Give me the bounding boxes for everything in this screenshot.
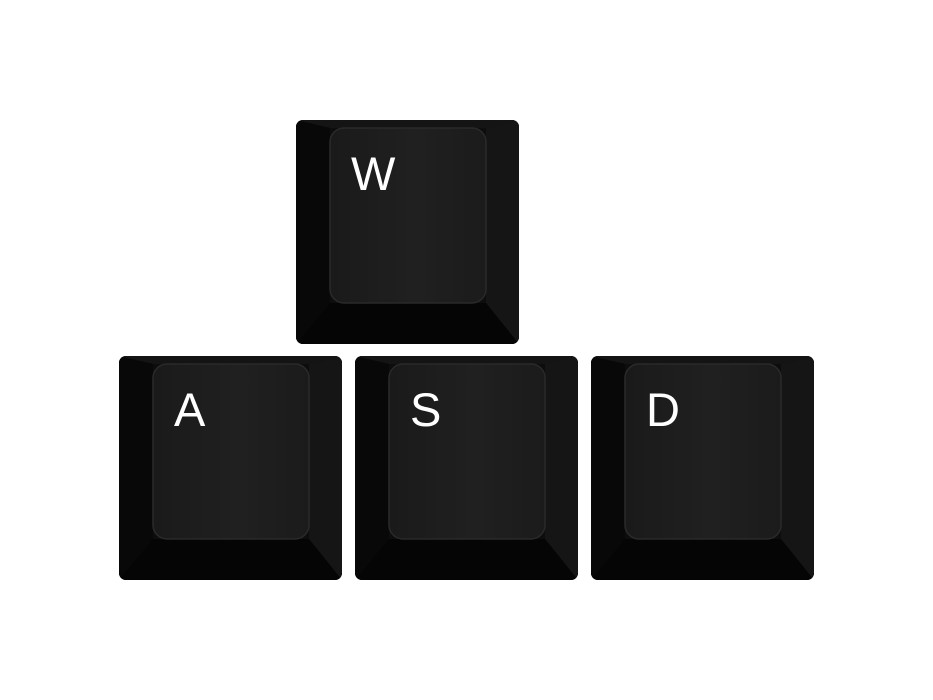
key-d[interactable]: D xyxy=(591,356,814,580)
key-w[interactable]: W xyxy=(296,120,519,344)
keycap-s-shape xyxy=(355,356,578,580)
key-w-label: W xyxy=(351,147,396,200)
keycap-w-shape xyxy=(296,120,519,344)
key-d-label: D xyxy=(646,383,680,436)
keycap-a-shape xyxy=(119,356,342,580)
keycap-d-shape xyxy=(591,356,814,580)
key-s-label: S xyxy=(410,383,442,436)
key-s[interactable]: S xyxy=(355,356,578,580)
key-a[interactable]: A xyxy=(119,356,342,580)
key-a-label: A xyxy=(174,383,206,436)
